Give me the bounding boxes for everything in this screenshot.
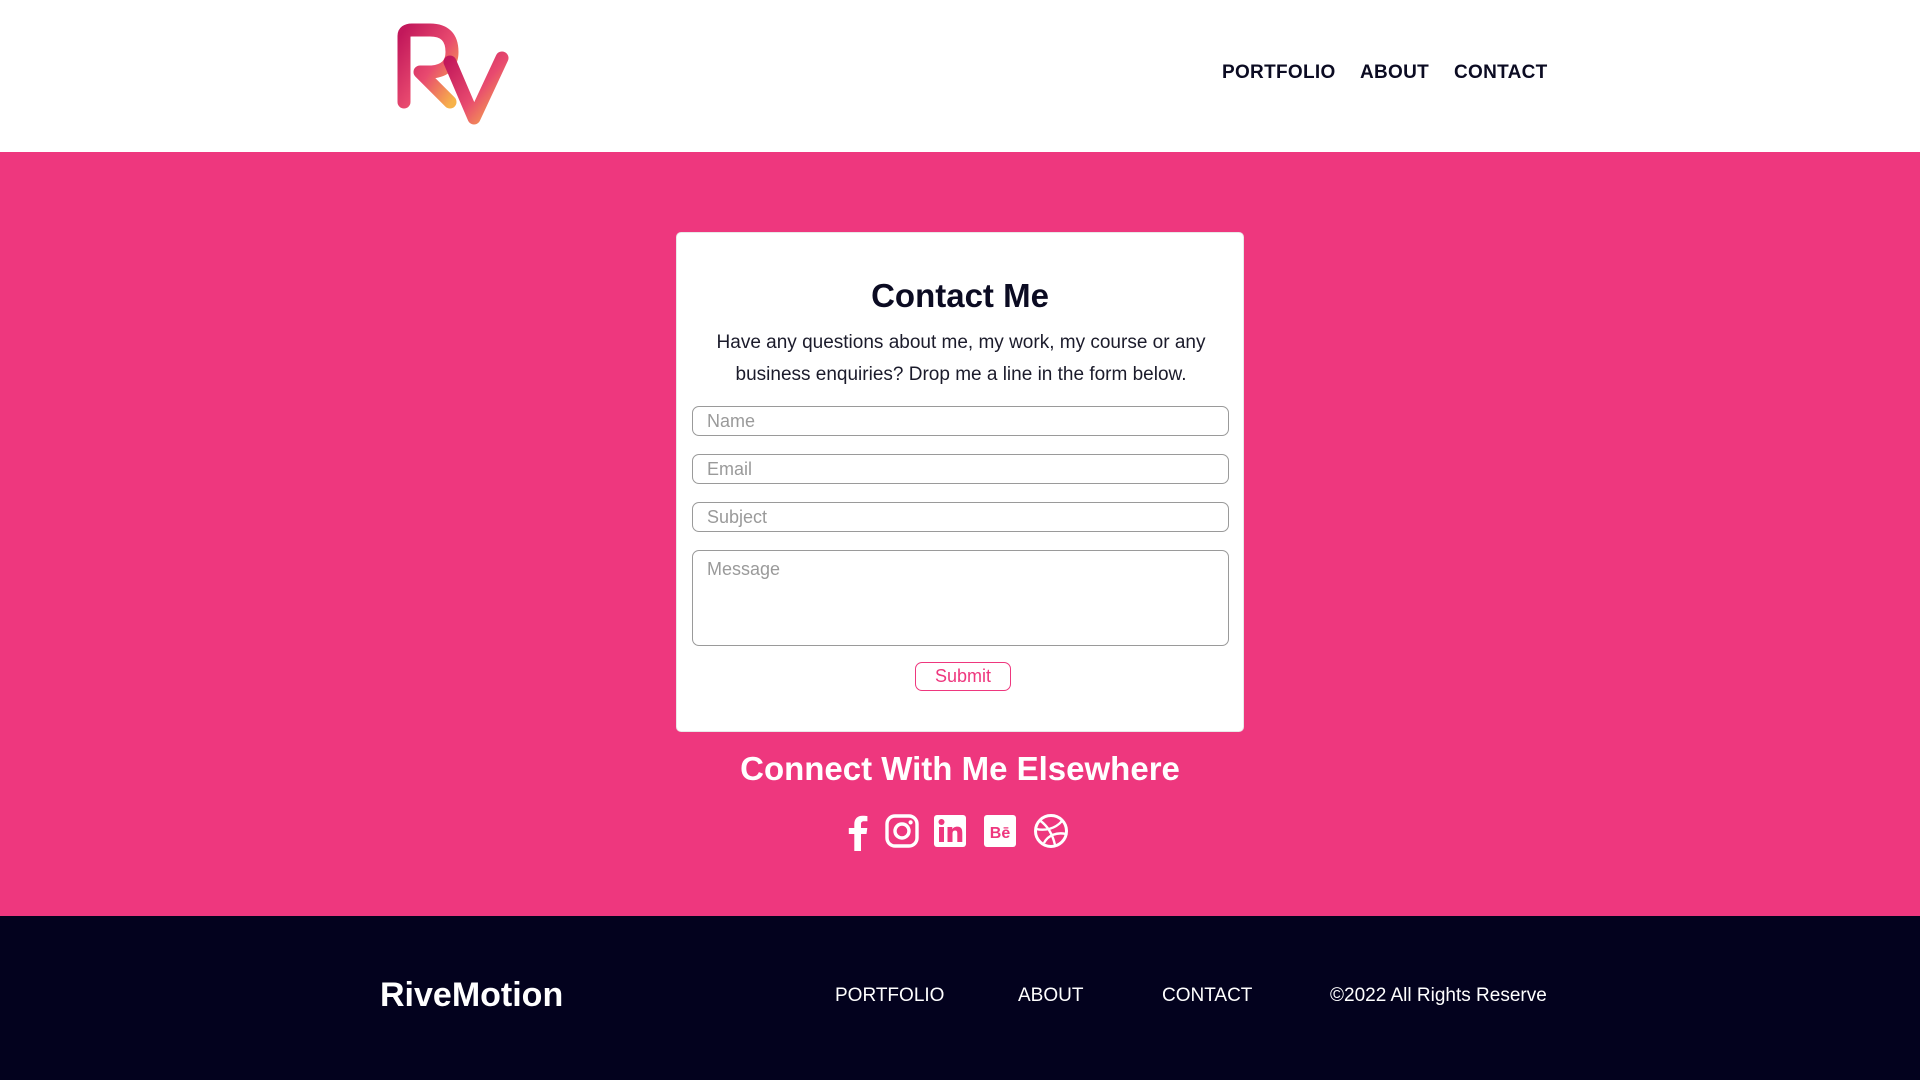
nav-portfolio[interactable]: PORTFOLIO (1222, 62, 1336, 84)
linkedin-icon[interactable] (930, 811, 970, 851)
copyright-text: ©2022 All Rights Reserve (1330, 985, 1547, 1006)
main-nav: PORTFOLIO ABOUT CONTACT (1222, 62, 1547, 88)
submit-button[interactable]: Submit (915, 662, 1011, 691)
site-footer: RiveMotion PORTFOLIO ABOUT CONTACT ©2022… (0, 916, 1920, 1080)
name-input[interactable] (692, 406, 1229, 436)
footer-brand: RiveMotion (380, 976, 564, 1014)
contact-form-card: Contact Me Have any questions about me, … (676, 232, 1244, 732)
footer-link-about[interactable]: ABOUT (1018, 985, 1083, 1007)
logo-graphic (397, 23, 509, 125)
email-input[interactable] (692, 454, 1229, 484)
footer-link-contact[interactable]: CONTACT (1162, 985, 1252, 1007)
nav-contact[interactable]: CONTACT (1454, 62, 1548, 84)
behance-icon[interactable]: Bē (980, 811, 1020, 851)
message-textarea[interactable] (692, 550, 1229, 646)
facebook-icon[interactable] (838, 811, 878, 851)
contact-title: Contact Me (871, 277, 1049, 314)
instagram-icon[interactable] (882, 811, 922, 851)
svg-text:Bē: Bē (990, 825, 1011, 842)
footer-link-portfolio[interactable]: PORTFOLIO (835, 985, 944, 1007)
site-header: PORTFOLIO ABOUT CONTACT (0, 0, 1920, 152)
subject-input[interactable] (692, 502, 1229, 532)
nav-about[interactable]: ABOUT (1360, 62, 1429, 84)
contact-description: Have any questions about me, my work, my… (716, 332, 1206, 385)
connect-title: Connect With Me Elsewhere (740, 750, 1180, 787)
rv-logo[interactable] (392, 22, 518, 130)
dribbble-icon[interactable] (1031, 811, 1071, 851)
